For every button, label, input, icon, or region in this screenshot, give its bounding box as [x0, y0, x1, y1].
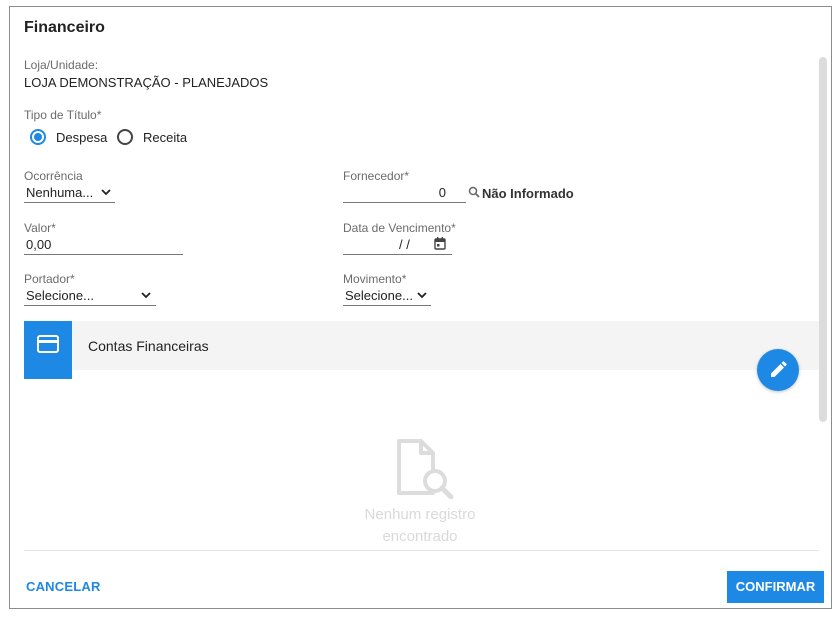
portador-label: Portador*: [24, 272, 75, 286]
portador-value: Selecione...: [26, 288, 94, 303]
radio-despesa-label[interactable]: Despesa: [56, 130, 107, 145]
financeiro-dialog: Financeiro Loja/Unidade: LOJA DEMONSTRAÇ…: [9, 6, 832, 609]
movimento-value: Selecione...: [345, 288, 413, 303]
credit-card-icon: [37, 335, 59, 353]
portador-select[interactable]: Selecione...: [24, 286, 156, 306]
valor-value: 0,00: [26, 237, 52, 252]
radio-despesa[interactable]: [30, 129, 46, 145]
panel-icon-box: [24, 321, 72, 379]
movimento-select[interactable]: Selecione...: [343, 286, 431, 306]
chevron-down-icon: [141, 292, 151, 299]
cancel-button[interactable]: CANCELAR: [26, 579, 101, 594]
radio-receita[interactable]: [117, 129, 133, 145]
fornecedor-code: 0: [438, 185, 446, 200]
empty-state-text: Nenhum registro encontrado: [340, 504, 500, 548]
fornecedor-name: Não Informado: [482, 186, 574, 201]
scrollbar[interactable]: [819, 57, 827, 422]
calendar-icon[interactable]: [434, 237, 446, 250]
radio-receita-label[interactable]: Receita: [143, 130, 187, 145]
edit-button[interactable]: [757, 349, 799, 391]
loja-value: LOJA DEMONSTRAÇÃO - PLANEJADOS: [24, 75, 269, 90]
contas-financeiras-panel: Contas Financeiras: [24, 321, 819, 379]
search-icon[interactable]: [468, 186, 480, 198]
footer-divider: [24, 550, 819, 551]
document-search-icon: [397, 439, 454, 499]
tipo-titulo-label: Tipo de Título*: [24, 108, 102, 122]
movimento-label: Movimento*: [343, 272, 407, 286]
vencimento-label: Data de Vencimento*: [343, 221, 456, 235]
ocorrencia-select[interactable]: Nenhuma...: [24, 183, 115, 203]
ocorrencia-value: Nenhuma...: [26, 185, 94, 200]
panel-title: Contas Financeiras: [88, 338, 209, 354]
valor-input[interactable]: 0,00: [24, 235, 183, 255]
fornecedor-code-input[interactable]: 0: [343, 183, 466, 203]
empty-line-1: Nenhum registro: [364, 506, 476, 523]
vencimento-value: / /: [399, 237, 410, 252]
dialog-title: Financeiro: [24, 19, 105, 36]
chevron-down-icon: [101, 189, 111, 196]
confirm-button[interactable]: CONFIRMAR: [727, 571, 824, 603]
empty-line-2: encontrado: [382, 528, 458, 545]
fornecedor-label: Fornecedor*: [343, 169, 410, 183]
pencil-icon: [771, 361, 787, 377]
valor-label: Valor*: [24, 221, 56, 235]
loja-label: Loja/Unidade:: [24, 58, 99, 72]
ocorrencia-label: Ocorrência: [24, 169, 83, 183]
vencimento-input[interactable]: / /: [343, 235, 452, 255]
chevron-down-icon: [417, 292, 427, 299]
